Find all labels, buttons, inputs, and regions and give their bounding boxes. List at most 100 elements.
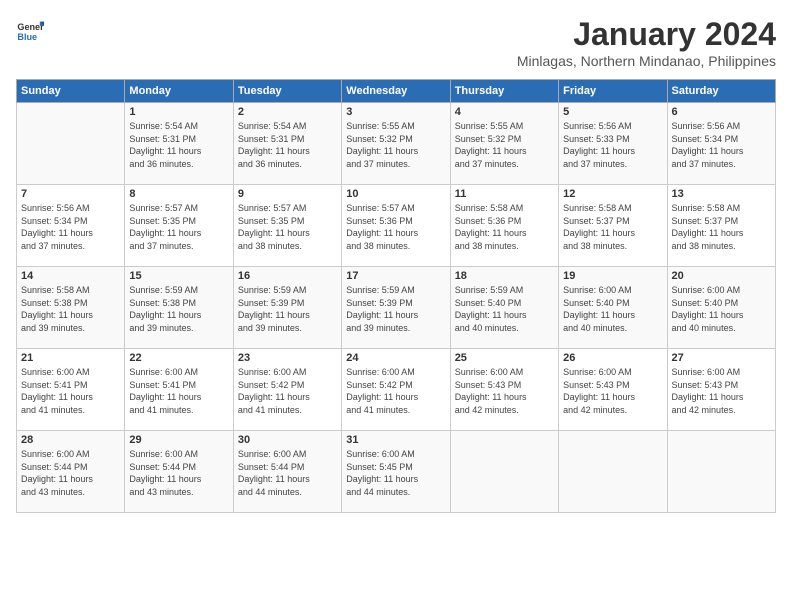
col-header-saturday: Saturday — [667, 80, 775, 103]
day-info: Sunrise: 6:00 AM Sunset: 5:43 PM Dayligh… — [455, 366, 554, 416]
location-subtitle: Minlagas, Northern Mindanao, Philippines — [517, 53, 776, 69]
month-title: January 2024 — [517, 16, 776, 53]
day-number: 30 — [238, 434, 337, 446]
day-cell: 2 Sunrise: 5:54 AM Sunset: 5:31 PM Daylig… — [233, 103, 341, 185]
day-info: Sunrise: 6:00 AM Sunset: 5:40 PM Dayligh… — [563, 284, 662, 334]
day-number: 14 — [21, 270, 120, 282]
day-cell — [450, 431, 558, 513]
col-header-wednesday: Wednesday — [342, 80, 450, 103]
day-info: Sunrise: 6:00 AM Sunset: 5:40 PM Dayligh… — [672, 284, 771, 334]
day-cell: 9Sunrise: 5:57 AM Sunset: 5:35 PM Daylig… — [233, 185, 341, 267]
day-number: 27 — [672, 352, 771, 364]
day-number: 6 — [672, 106, 771, 118]
day-number: 20 — [672, 270, 771, 282]
day-cell: 28Sunrise: 6:00 AM Sunset: 5:44 PM Dayli… — [17, 431, 125, 513]
day-number: 5 — [563, 106, 662, 118]
title-block: January 2024 Minlagas, Northern Mindanao… — [517, 16, 776, 69]
day-info: Sunrise: 5:56 AM Sunset: 5:34 PM Dayligh… — [672, 120, 771, 170]
day-number: 2 — [238, 106, 337, 118]
day-number: 3 — [346, 106, 445, 118]
week-row-4: 21 Sunrise: 6:00 AM Sunset: 5:41 PM Dayli… — [17, 349, 776, 431]
day-info: Sunrise: 5:58 AM Sunset: 5:37 PM Dayligh… — [563, 202, 662, 252]
day-info: Sunrise: 6:00 AM Sunset: 5:43 PM Dayligh… — [563, 366, 662, 416]
col-header-tuesday: Tuesday — [233, 80, 341, 103]
calendar-table: SundayMondayTuesdayWednesdayThursdayFrid… — [16, 79, 776, 513]
day-number: 7 — [21, 188, 120, 200]
col-header-monday: Monday — [125, 80, 233, 103]
day-info: Sunrise: 5:56 AM Sunset: 5:34 PM Dayligh… — [21, 202, 120, 252]
day-cell: 27Sunrise: 6:00 AM Sunset: 5:43 PM Dayli… — [667, 349, 775, 431]
day-cell: 31 Sunrise: 6:00 AM Sunset: 5:45 PM Dayli… — [342, 431, 450, 513]
day-info: Sunrise: 6:00 AM Sunset: 5:42 PM Dayligh… — [238, 366, 337, 416]
day-number: 16 — [238, 270, 337, 282]
day-info: Sunrise: 6:00 AM Sunset: 5:44 PM Dayligh… — [129, 448, 228, 498]
day-number: 11 — [455, 188, 554, 200]
day-cell: 4 Sunrise: 5:55 AM Sunset: 5:32 PM Daylig… — [450, 103, 558, 185]
day-info: Sunrise: 6:00 AM Sunset: 5:41 PM Dayligh… — [21, 366, 120, 416]
day-cell: 7 Sunrise: 5:56 AM Sunset: 5:34 PM Daylig… — [17, 185, 125, 267]
day-number: 18 — [455, 270, 554, 282]
day-cell: 14 Sunrise: 5:58 AM Sunset: 5:38 PM Dayli… — [17, 267, 125, 349]
day-cell — [17, 103, 125, 185]
day-number: 4 — [455, 106, 554, 118]
week-row-5: 28 Sunrise: 6:00 AM Sunset: 5:44 PM Dayli… — [17, 431, 776, 513]
day-number: 22 — [129, 352, 228, 364]
day-cell: 12 Sunrise: 5:58 AM Sunset: 5:37 PM Dayli… — [559, 185, 667, 267]
day-info: Sunrise: 5:59 AM Sunset: 5:40 PM Dayligh… — [455, 284, 554, 334]
day-cell: 24Sunrise: 6:00 AM Sunset: 5:42 PM Dayli… — [342, 349, 450, 431]
calendar-page: General Blue January 2024 Minlagas, Nort… — [0, 0, 792, 612]
col-header-sunday: Sunday — [17, 80, 125, 103]
day-number: 13 — [672, 188, 771, 200]
day-cell: 20 Sunrise: 6:00 AM Sunset: 5:40 PM Dayli… — [667, 267, 775, 349]
logo-icon: General Blue — [16, 16, 44, 44]
day-info: Sunrise: 5:58 AM Sunset: 5:38 PM Dayligh… — [21, 284, 120, 334]
day-cell: 11 Sunrise: 5:58 AM Sunset: 5:36 PM Dayli… — [450, 185, 558, 267]
col-header-friday: Friday — [559, 80, 667, 103]
day-number: 25 — [455, 352, 554, 364]
day-info: Sunrise: 5:54 AM Sunset: 5:31 PM Dayligh… — [238, 120, 337, 170]
day-info: Sunrise: 6:00 AM Sunset: 5:44 PM Dayligh… — [238, 448, 337, 498]
day-number: 17 — [346, 270, 445, 282]
day-cell: 25 Sunrise: 6:00 AM Sunset: 5:43 PM Dayli… — [450, 349, 558, 431]
day-cell: 21 Sunrise: 6:00 AM Sunset: 5:41 PM Dayli… — [17, 349, 125, 431]
svg-text:Blue: Blue — [17, 32, 37, 42]
day-cell: 19 Sunrise: 6:00 AM Sunset: 5:40 PM Dayli… — [559, 267, 667, 349]
day-cell: 16Sunrise: 5:59 AM Sunset: 5:39 PM Dayli… — [233, 267, 341, 349]
week-row-2: 7 Sunrise: 5:56 AM Sunset: 5:34 PM Daylig… — [17, 185, 776, 267]
day-info: Sunrise: 5:58 AM Sunset: 5:36 PM Dayligh… — [455, 202, 554, 252]
week-row-3: 14 Sunrise: 5:58 AM Sunset: 5:38 PM Dayli… — [17, 267, 776, 349]
day-cell — [667, 431, 775, 513]
day-cell — [559, 431, 667, 513]
day-number: 24 — [346, 352, 445, 364]
day-number: 21 — [21, 352, 120, 364]
header: General Blue January 2024 Minlagas, Nort… — [16, 16, 776, 69]
day-info: Sunrise: 5:56 AM Sunset: 5:33 PM Dayligh… — [563, 120, 662, 170]
header-row: SundayMondayTuesdayWednesdayThursdayFrid… — [17, 80, 776, 103]
day-info: Sunrise: 5:55 AM Sunset: 5:32 PM Dayligh… — [346, 120, 445, 170]
day-cell: 1Sunrise: 5:54 AM Sunset: 5:31 PM Daylig… — [125, 103, 233, 185]
day-cell: 18 Sunrise: 5:59 AM Sunset: 5:40 PM Dayli… — [450, 267, 558, 349]
day-info: Sunrise: 6:00 AM Sunset: 5:41 PM Dayligh… — [129, 366, 228, 416]
day-info: Sunrise: 6:00 AM Sunset: 5:45 PM Dayligh… — [346, 448, 445, 498]
day-cell: 26 Sunrise: 6:00 AM Sunset: 5:43 PM Dayli… — [559, 349, 667, 431]
week-row-1: 1Sunrise: 5:54 AM Sunset: 5:31 PM Daylig… — [17, 103, 776, 185]
day-cell: 15Sunrise: 5:59 AM Sunset: 5:38 PM Dayli… — [125, 267, 233, 349]
day-info: Sunrise: 5:54 AM Sunset: 5:31 PM Dayligh… — [129, 120, 228, 170]
day-number: 19 — [563, 270, 662, 282]
day-cell: 13 Sunrise: 5:58 AM Sunset: 5:37 PM Dayli… — [667, 185, 775, 267]
day-number: 28 — [21, 434, 120, 446]
day-info: Sunrise: 5:55 AM Sunset: 5:32 PM Dayligh… — [455, 120, 554, 170]
day-cell: 8Sunrise: 5:57 AM Sunset: 5:35 PM Daylig… — [125, 185, 233, 267]
logo: General Blue — [16, 16, 44, 44]
day-number: 8 — [129, 188, 228, 200]
day-cell: 29Sunrise: 6:00 AM Sunset: 5:44 PM Dayli… — [125, 431, 233, 513]
day-number: 23 — [238, 352, 337, 364]
day-info: Sunrise: 5:58 AM Sunset: 5:37 PM Dayligh… — [672, 202, 771, 252]
day-cell: 3 Sunrise: 5:55 AM Sunset: 5:32 PM Daylig… — [342, 103, 450, 185]
day-number: 26 — [563, 352, 662, 364]
day-cell: 22 Sunrise: 6:00 AM Sunset: 5:41 PM Dayli… — [125, 349, 233, 431]
day-number: 12 — [563, 188, 662, 200]
day-cell: 17Sunrise: 5:59 AM Sunset: 5:39 PM Dayli… — [342, 267, 450, 349]
day-number: 31 — [346, 434, 445, 446]
day-cell: 6 Sunrise: 5:56 AM Sunset: 5:34 PM Daylig… — [667, 103, 775, 185]
